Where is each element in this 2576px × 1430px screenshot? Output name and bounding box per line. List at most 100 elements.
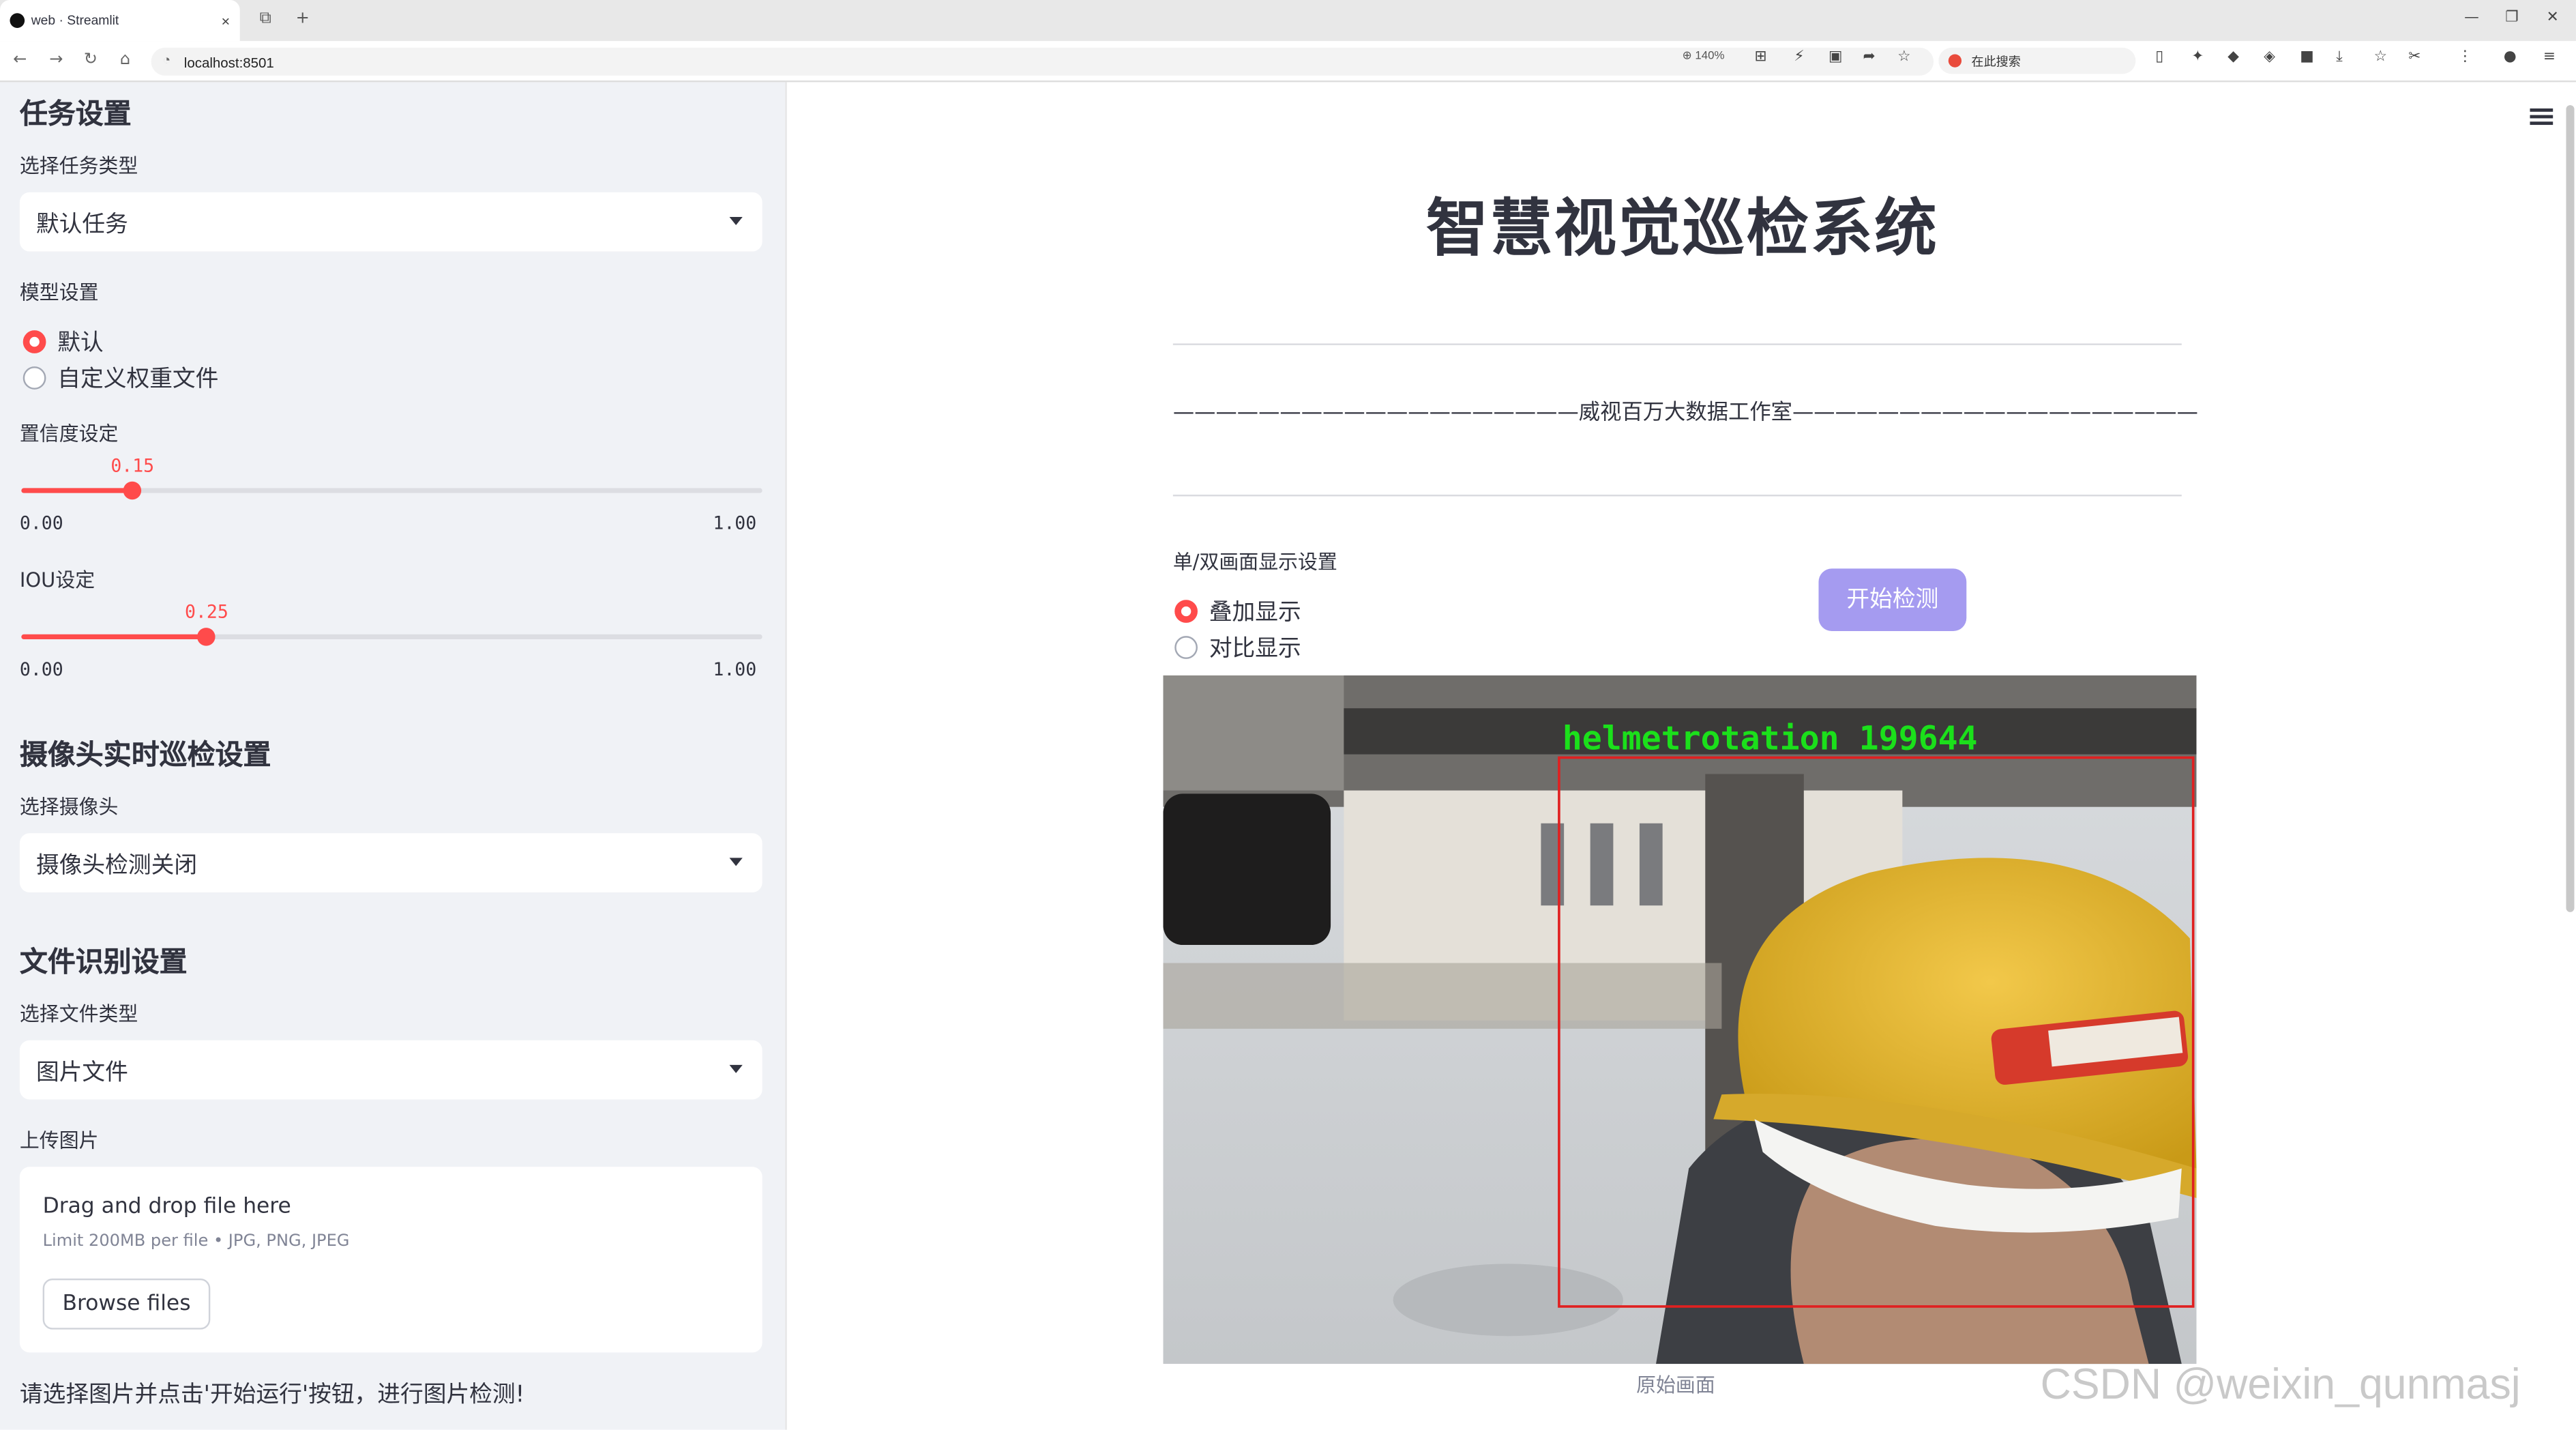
home-icon[interactable]: ⌂ (120, 51, 130, 69)
address-bar[interactable]: ◔ localhost:8501 (151, 47, 1934, 76)
csdn-watermark: CSDN @weixin_qunmasj (2040, 1359, 2521, 1409)
upload-title: Drag and drop file here (42, 1195, 291, 1220)
display-radio-overlay[interactable]: 叠加显示 (1174, 595, 1301, 628)
flash-icon[interactable]: ⚡ (1794, 49, 1804, 65)
download-icon[interactable]: ⤓ (2336, 49, 2343, 65)
confidence-slider[interactable]: 0.15 (21, 455, 763, 499)
chevron-down-icon (729, 216, 743, 225)
screenshot-icon[interactable]: ▣ (1829, 49, 1843, 65)
main-content: 智慧视觉巡检系统 ———————————————————威视百万大数据工作室——… (786, 82, 2576, 1430)
iou-slider[interactable]: 0.25 (21, 602, 763, 645)
window-close-icon[interactable]: ✕ (2547, 10, 2559, 26)
browser-tab[interactable]: web · Streamlit × (0, 0, 240, 42)
tab-close-icon[interactable]: × (222, 12, 231, 29)
minimize-icon[interactable]: — (2464, 10, 2479, 26)
favorites-icon[interactable]: ☆ (2374, 49, 2387, 65)
image-caption: 原始画面 (1636, 1373, 1715, 1397)
tab-title: web · Streamlit (31, 13, 119, 28)
sidebar-note: 请选择图片并点击'开始运行'按钮，进行图片检测! (19, 1382, 525, 1409)
detection-label: helmetrotation 199644 (1563, 719, 1978, 757)
file-type-select[interactable]: 图片文件 (19, 1040, 763, 1100)
scrollbar[interactable] (2566, 105, 2575, 912)
confidence-value: 0.15 (110, 455, 155, 477)
camera-select[interactable]: 摄像头检测关闭 (19, 833, 763, 892)
studio-banner: ———————————————————威视百万大数据工作室———————————… (1172, 400, 2198, 426)
profile-avatar-icon[interactable]: ● (2504, 49, 2517, 65)
divider (1172, 495, 2182, 497)
detection-photo-svg: helmetrotation 199644 (1163, 675, 2197, 1365)
zoom-level: 140% (1695, 50, 1725, 63)
restore-icon[interactable]: ❐ (2505, 10, 2518, 26)
task-type-select[interactable]: 默认任务 (19, 192, 763, 252)
extension-blue-icon[interactable]: ◆ (2227, 49, 2239, 65)
file-uploader-dropzone[interactable]: Drag and drop file here Limit 200MB per … (19, 1167, 763, 1353)
upload-label: 上传图片 (19, 1128, 99, 1152)
reader-icon[interactable]: ▯ (2155, 49, 2163, 65)
iou-label: IOU设定 (19, 568, 95, 592)
chevron-down-icon (729, 1064, 743, 1073)
model-settings-label: 模型设置 (19, 280, 99, 304)
display-option-label: 叠加显示 (1209, 600, 1301, 626)
detection-result-image: helmetrotation 199644 (1163, 675, 2197, 1365)
confidence-min: 0.00 (19, 512, 63, 534)
confidence-slider-fill (21, 488, 133, 493)
translate-icon[interactable]: ⊞ (1755, 49, 1767, 65)
chevron-down-icon (729, 858, 743, 866)
reload-icon[interactable]: ↻ (84, 51, 98, 69)
model-radio-default[interactable]: 默认 (23, 325, 104, 358)
zoom-indicator[interactable]: ⊕ 140% (1683, 49, 1725, 63)
confidence-max: 1.00 (713, 512, 757, 534)
confidence-slider-thumb[interactable] (123, 480, 142, 499)
display-radio-compare[interactable]: 对比显示 (1174, 631, 1301, 664)
search-engine-icon (1948, 54, 1962, 68)
iou-slider-fill (21, 634, 207, 640)
more-menu-icon[interactable]: ⋮ (2457, 49, 2472, 65)
hamburger-menu-icon[interactable] (2530, 108, 2553, 126)
file-type-value: 图片文件 (35, 1060, 128, 1087)
iou-max: 1.00 (713, 658, 757, 681)
scissors-icon[interactable]: ✂ (2408, 49, 2420, 65)
back-arrow-icon[interactable]: ← (13, 51, 27, 69)
site-info-icon[interactable]: ◔ (162, 53, 171, 68)
share-icon[interactable]: ➦ (1863, 49, 1876, 65)
extension-color-icon[interactable]: ✦ (2191, 49, 2204, 65)
app-root: web · Streamlit × ⧉ + — ❐ ✕ ← → ↻ ⌂ ◔ lo… (0, 0, 2576, 1430)
bookmark-star-icon[interactable]: ☆ (1897, 49, 1910, 65)
browser-tab-bar: web · Streamlit × ⧉ + — ❐ ✕ (0, 0, 2576, 42)
extension-translate-icon[interactable]: ◈ (2264, 49, 2275, 65)
upload-limit: Limit 200MB per file • JPG, PNG, JPEG (42, 1232, 350, 1251)
display-settings-label: 单/双画面显示设置 (1172, 550, 1337, 574)
browser-menu-icon[interactable]: ≡ (2543, 49, 2556, 65)
task-settings-heading: 任务设置 (19, 98, 132, 132)
url-text: localhost:8501 (183, 54, 274, 71)
divider (1172, 343, 2182, 345)
new-tab-icon[interactable]: + (296, 10, 310, 27)
start-detection-button[interactable]: 开始检测 (1818, 568, 1967, 631)
task-type-value: 默认任务 (35, 211, 128, 239)
display-option-label: 对比显示 (1209, 636, 1301, 662)
radio-selected-icon (23, 330, 46, 353)
radio-unselected-icon (23, 366, 46, 390)
browse-files-button[interactable]: Browse files (42, 1279, 211, 1330)
model-option-label: 自定义权重文件 (57, 366, 219, 393)
browser-search-box[interactable]: 在此搜索 (1938, 47, 2136, 74)
file-settings-heading: 文件识别设置 (19, 946, 188, 980)
camera-value: 摄像头检测关闭 (35, 853, 198, 879)
camera-select-label: 选择摄像头 (19, 795, 119, 819)
model-option-label: 默认 (57, 330, 104, 357)
camera-settings-heading: 摄像头实时巡检设置 (19, 739, 271, 773)
model-radio-custom[interactable]: 自定义权重文件 (23, 362, 219, 394)
task-type-label: 选择任务类型 (19, 154, 138, 178)
radio-selected-icon (1174, 600, 1198, 623)
search-placeholder: 在此搜索 (1971, 54, 2021, 70)
radio-unselected-icon (1174, 636, 1198, 659)
page-title: 智慧视觉巡检系统 (1425, 192, 1939, 265)
iou-value: 0.25 (184, 601, 228, 623)
extension-dark-icon[interactable]: ■ (2300, 49, 2314, 65)
file-type-label: 选择文件类型 (19, 1002, 138, 1026)
streamlit-favicon-icon (10, 13, 25, 28)
iou-slider-thumb[interactable] (197, 626, 216, 645)
iou-min: 0.00 (19, 658, 63, 681)
forward-arrow-icon[interactable]: → (49, 51, 63, 69)
tab-group-icon[interactable]: ⧉ (260, 10, 271, 27)
